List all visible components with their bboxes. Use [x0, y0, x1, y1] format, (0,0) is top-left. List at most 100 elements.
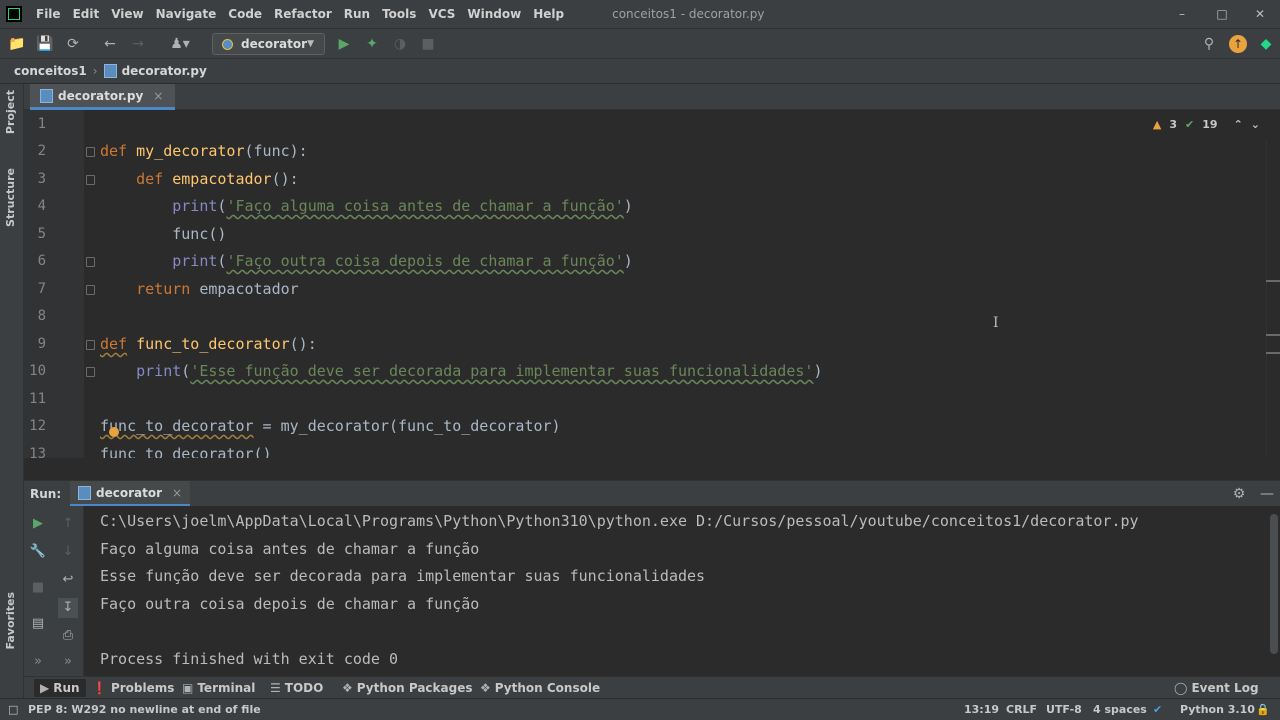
arrow-down-icon[interactable]: ↓	[58, 542, 78, 562]
chevron-down-icon[interactable]: ⌄	[1251, 118, 1260, 131]
fold-marker-icon[interactable]	[86, 175, 95, 185]
sync-icon[interactable]: ⟳	[64, 35, 82, 53]
console-output-line: Faço alguma coisa antes de chamar a funç…	[100, 540, 480, 558]
maximize-icon[interactable]: □	[1210, 4, 1234, 24]
run-tab-decorator[interactable]: decorator ×	[70, 481, 191, 507]
code-editor[interactable]: 1 2 3 4 5 6 7 8 9 10 11 12 13 def my_dec…	[24, 110, 1280, 458]
indent-setting[interactable]: 4 spaces	[1093, 703, 1147, 716]
fold-marker-icon[interactable]	[86, 147, 95, 157]
close-icon[interactable]: ×	[172, 486, 182, 500]
run-configuration-select[interactable]: decorator ▼	[212, 33, 325, 55]
lock-icon[interactable]: 🔒	[1256, 703, 1270, 716]
run-console: ▶ ↑ 🔧 ↓ ■ ↩ ↧ ▤ ⎙ » » C:\Users\joelm\App…	[24, 506, 1280, 676]
file-encoding[interactable]: UTF-8	[1046, 703, 1082, 716]
debug-icon[interactable]: ✦	[363, 35, 381, 53]
menu-edit[interactable]: Edit	[67, 7, 106, 21]
forward-arrow-icon[interactable]: →	[129, 35, 147, 53]
print-icon[interactable]: ⎙	[58, 626, 78, 646]
fold-marker-icon[interactable]	[86, 285, 95, 295]
tab-python-console-label: Python Console	[494, 681, 601, 695]
fold-marker-icon[interactable]	[86, 257, 95, 267]
breadcrumb-project[interactable]: conceitos1	[14, 64, 87, 78]
more-icon[interactable]: »	[58, 652, 78, 672]
scroll-to-end-icon[interactable]: ↧	[58, 598, 78, 618]
layout-icon[interactable]: ▤	[28, 614, 48, 634]
search-icon[interactable]: ⚲	[1200, 35, 1218, 53]
line-number: 10	[29, 363, 46, 379]
menu-file[interactable]: File	[30, 7, 67, 21]
inspection-widget[interactable]: ▲ 3 ✔ 19 ⌃ ⌄	[1153, 118, 1260, 131]
mouse-cursor-icon: I	[993, 315, 999, 331]
hide-panel-icon[interactable]: —	[1258, 485, 1276, 503]
bottom-tool-tabs: ▶ Run ❗ Problems ▣ Terminal ☰ TODO ❖ Python P…	[24, 676, 1280, 698]
tab-decorator-py[interactable]: decorator.py ×	[30, 84, 176, 110]
menu-window[interactable]: Window	[461, 7, 527, 21]
scrollbar-thumb[interactable]	[1270, 514, 1278, 654]
panel-toggle-icon[interactable]: □	[8, 703, 18, 716]
close-icon[interactable]: ×	[153, 89, 163, 103]
fold-marker-icon[interactable]	[86, 367, 95, 377]
menu-tools[interactable]: Tools	[376, 7, 422, 21]
code-line: print('Faço outra coisa depois de chamar…	[172, 252, 633, 270]
warning-icon: ▲	[1152, 118, 1162, 131]
tab-todo[interactable]: ☰ TODO	[270, 681, 323, 695]
code-line: func_to_decorator()	[100, 445, 272, 458]
menu-view[interactable]: View	[105, 7, 149, 21]
stop-icon[interactable]: ■	[28, 578, 48, 598]
menu-bar: File Edit View Navigate Code Refactor Ru…	[0, 0, 1280, 28]
project-tool-button[interactable]: Project	[4, 90, 17, 134]
line-number: 6	[37, 253, 46, 269]
line-number: 3	[37, 171, 46, 187]
scroll-marker	[1266, 280, 1280, 282]
run-panel-title: Run:	[30, 487, 62, 501]
line-separator[interactable]: CRLF	[1006, 703, 1037, 716]
soft-wrap-icon[interactable]: ↩	[58, 570, 78, 590]
menu-navigate[interactable]: Navigate	[150, 7, 223, 21]
python-file-icon	[222, 39, 233, 50]
fold-marker-icon[interactable]	[86, 340, 95, 350]
menu-code[interactable]: Code	[222, 7, 268, 21]
open-folder-icon[interactable]: 📁	[8, 35, 26, 53]
save-icon[interactable]: 💾	[36, 35, 54, 53]
gear-icon[interactable]: ⚙	[1230, 485, 1248, 503]
stop-icon[interactable]: ■	[419, 35, 437, 53]
tab-run[interactable]: ▶ Run	[34, 679, 86, 697]
tab-python-console[interactable]: ❖ Python Console	[480, 681, 600, 695]
close-window-icon[interactable]: ✕	[1248, 4, 1272, 24]
line-number: 9	[37, 336, 46, 352]
coverage-icon[interactable]: ◑	[391, 35, 409, 53]
left-tool-strip: Project Structure Favorites	[0, 84, 24, 698]
status-message[interactable]: PEP 8: W292 no newline at end of file	[28, 703, 261, 716]
minimize-icon[interactable]: –	[1170, 4, 1194, 24]
code-line: def empacotador():	[136, 170, 299, 188]
wrench-icon[interactable]: 🔧	[28, 542, 48, 562]
menu-help[interactable]: Help	[527, 7, 570, 21]
chevron-up-icon[interactable]: ⌃	[1234, 118, 1243, 131]
tab-python-packages[interactable]: ❖ Python Packages	[342, 681, 472, 695]
jetbrains-logo-icon[interactable]: ◆	[1257, 35, 1275, 53]
run-icon[interactable]: ▶	[335, 35, 353, 53]
tab-event-log[interactable]: ◯ Event Log	[1174, 681, 1259, 695]
user-dropdown-icon[interactable]: ♟▾	[166, 35, 194, 53]
back-arrow-icon[interactable]: ←	[101, 35, 119, 53]
menu-refactor[interactable]: Refactor	[268, 7, 338, 21]
favorites-tool-button[interactable]: Favorites	[4, 592, 17, 649]
tab-problems[interactable]: ❗ Problems	[92, 681, 174, 695]
caret-position[interactable]: 13:19	[964, 703, 999, 716]
arrow-up-icon[interactable]: ↑	[58, 514, 78, 534]
menu-vcs[interactable]: VCS	[422, 7, 461, 21]
console-scrollbar[interactable]	[1266, 506, 1280, 676]
intention-bulb-icon[interactable]	[109, 427, 119, 437]
python-console-icon: ❖	[480, 681, 491, 695]
check-icon: ✔	[1185, 118, 1195, 131]
breadcrumb-file[interactable]: decorator.py	[122, 64, 207, 78]
tab-terminal[interactable]: ▣ Terminal	[182, 681, 255, 695]
editor-scrollbar[interactable]	[1266, 140, 1280, 458]
rerun-icon[interactable]: ▶	[28, 514, 48, 534]
structure-tool-button[interactable]: Structure	[4, 168, 17, 227]
more-icon[interactable]: »	[28, 652, 48, 672]
menu-run[interactable]: Run	[338, 7, 376, 21]
update-icon[interactable]: ↑	[1229, 35, 1247, 53]
run-tool-header: Run: decorator × ⚙ —	[24, 480, 1280, 507]
python-interpreter[interactable]: Python 3.10	[1180, 703, 1255, 716]
